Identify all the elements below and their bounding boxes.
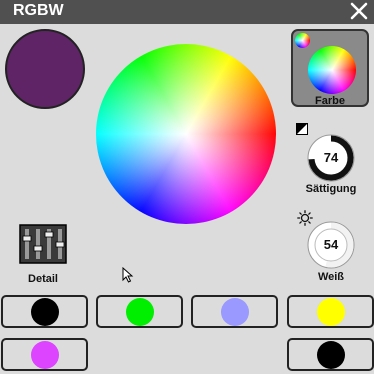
saturation-label: Sättigung <box>305 183 357 195</box>
preset-swatch-button[interactable] <box>191 295 278 328</box>
white-value: 54 <box>323 237 339 252</box>
detail-label: Detail <box>28 273 58 285</box>
preset-swatch-button[interactable] <box>287 338 374 371</box>
white-label: Weiß <box>317 271 345 283</box>
preset-swatch-button[interactable] <box>96 295 183 328</box>
preset-color-dot <box>30 340 59 369</box>
color-wheel[interactable] <box>96 44 276 224</box>
preset-color-dot <box>30 297 59 326</box>
saturation-value: 74 <box>323 150 339 165</box>
preset-swatch-button[interactable] <box>1 295 88 328</box>
current-color-preview <box>5 29 85 109</box>
preset-color-dot <box>316 297 345 326</box>
white-knob[interactable]: 54 <box>306 220 356 270</box>
preset-swatch-button[interactable] <box>287 295 374 328</box>
mouse-cursor-icon <box>122 267 134 283</box>
close-icon[interactable] <box>349 1 369 21</box>
detail-button[interactable]: Detail <box>19 224 67 285</box>
farbe-button[interactable]: Farbe <box>291 29 369 107</box>
preset-color-dot <box>316 340 345 369</box>
window-title: RGBW <box>13 2 64 19</box>
small-color-wheel-icon <box>295 33 310 48</box>
saturation-knob[interactable]: 74 <box>306 133 356 183</box>
preset-color-dot <box>125 297 154 326</box>
color-wheel-icon <box>308 46 356 94</box>
farbe-label: Farbe <box>315 95 345 107</box>
equalizer-icon <box>19 224 67 264</box>
title-bar: RGBW <box>0 0 374 24</box>
preset-color-dot <box>220 297 249 326</box>
preset-swatch-button[interactable] <box>1 338 88 371</box>
